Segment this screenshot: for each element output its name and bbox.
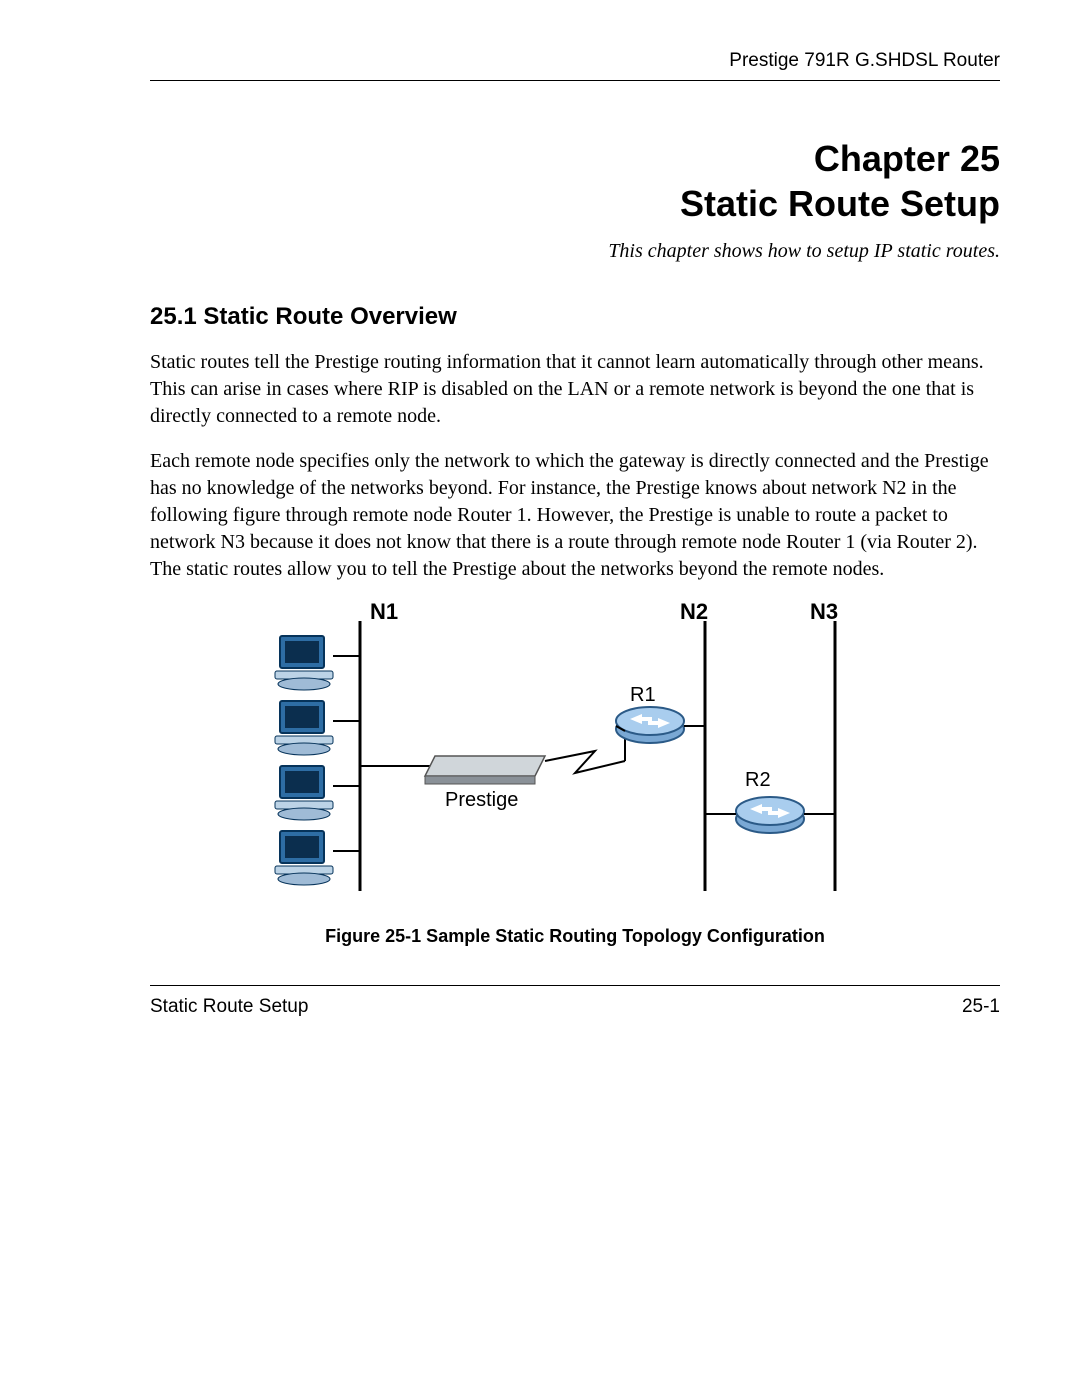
label-prestige: Prestige bbox=[445, 789, 518, 811]
chapter-number: Chapter 25 bbox=[80, 136, 1000, 181]
pc-icon bbox=[275, 831, 360, 885]
pc-icon bbox=[275, 766, 360, 820]
label-r1: R1 bbox=[630, 684, 656, 706]
label-n1: N1 bbox=[370, 601, 398, 624]
running-header: Prestige 791R G.SHDSL Router bbox=[150, 50, 1000, 81]
topology-diagram-icon: N1 N2 N3 R1 R2 Prestige bbox=[235, 601, 915, 901]
body-paragraph: Static routes tell the Prestige routing … bbox=[150, 349, 1000, 430]
page: Prestige 791R G.SHDSL Router Chapter 25 … bbox=[0, 0, 1080, 1397]
label-n3: N3 bbox=[810, 601, 838, 624]
body-paragraph: Each remote node specifies only the netw… bbox=[150, 448, 1000, 583]
router-r1-icon bbox=[616, 707, 705, 743]
pc-icon bbox=[275, 636, 360, 690]
figure-caption: Figure 25-1 Sample Static Routing Topolo… bbox=[150, 926, 1000, 947]
footer-section-name: Static Route Setup bbox=[150, 996, 308, 1018]
chapter-heading-block: Chapter 25 Static Route Setup This chapt… bbox=[80, 136, 1000, 263]
chapter-title: Static Route Setup bbox=[80, 181, 1000, 226]
figure: N1 N2 N3 R1 R2 Prestige Figure 25-1 Samp… bbox=[150, 601, 1000, 947]
label-n2: N2 bbox=[680, 601, 708, 624]
chapter-subtitle: This chapter shows how to setup IP stati… bbox=[80, 240, 1000, 263]
label-r2: R2 bbox=[745, 769, 771, 791]
pc-icon bbox=[275, 701, 360, 755]
footer-page-number: 25-1 bbox=[962, 996, 1000, 1018]
prestige-device-icon bbox=[360, 731, 625, 784]
page-footer: Static Route Setup 25-1 bbox=[150, 985, 1000, 1018]
router-r2-icon bbox=[705, 797, 835, 833]
section-heading: 25.1 Static Route Overview bbox=[150, 303, 1000, 331]
